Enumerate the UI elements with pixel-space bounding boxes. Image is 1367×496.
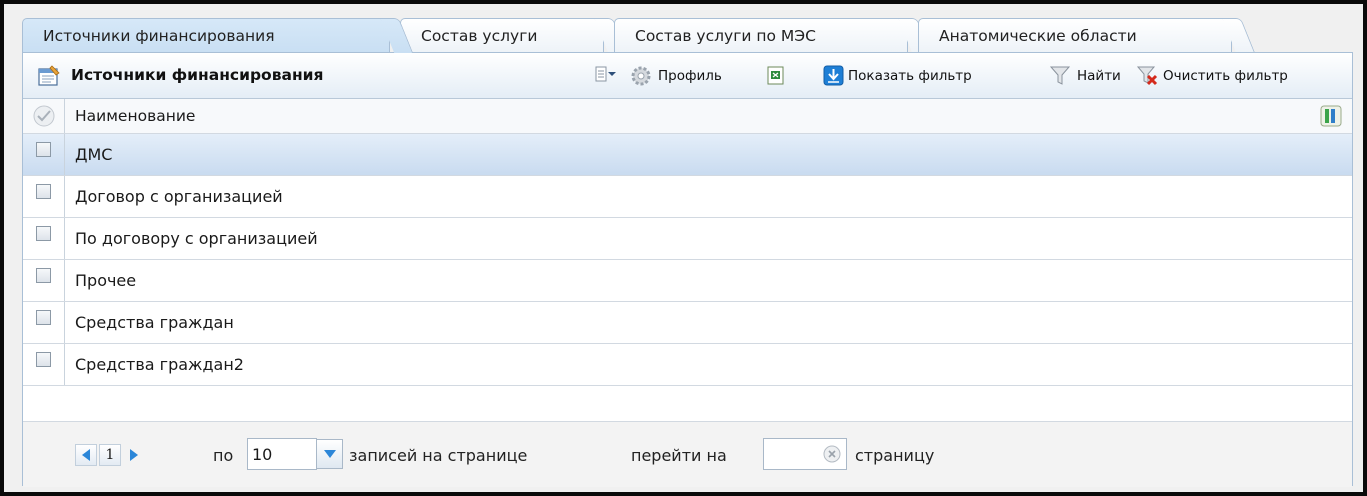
per-page-select[interactable]: 10 [247,438,317,470]
row-checkbox-cell [23,134,65,175]
row-checkbox-cell [23,176,65,217]
row-name: По договору с организацией [75,229,318,248]
table-row[interactable]: Средства граждан [23,302,1352,344]
chevron-down-icon [323,450,336,458]
panel-title: Источники финансирования [71,66,324,84]
tab-label: Состав услуги [421,26,538,45]
funnel-icon [1049,66,1071,85]
per-page-prefix: по [213,446,234,465]
row-checkbox-cell [23,218,65,259]
tab-bar: Источники финансирования Состав услуги С… [22,18,1242,52]
list-dropdown-icon [595,66,616,82]
per-page-dropdown-button[interactable] [317,439,343,469]
row-name: Средства граждан [75,313,234,332]
row-name: Средства граждан2 [75,355,244,374]
table-row[interactable]: Договор с организацией [23,176,1352,218]
show-filter-button[interactable]: Показать фильтр [823,65,972,87]
row-checkbox[interactable] [36,226,51,241]
pager: 1 по 10 записей на странице перейти на с… [23,421,1352,487]
panel-header: Источники финансирования Профиль Показат… [23,53,1352,99]
table-row[interactable]: ДМС [23,134,1352,176]
table-row[interactable]: По договору с организацией [23,218,1352,260]
arrow-right-icon [130,449,138,461]
select-all-check-icon[interactable] [33,105,55,127]
row-checkbox[interactable] [36,268,51,283]
clear-funnel-icon [1136,66,1158,86]
clear-filter-label: Очистить фильтр [1163,68,1288,84]
table-row[interactable]: Средства граждан2 [23,344,1352,386]
select-all-cell[interactable] [23,99,65,133]
row-name: Прочее [75,271,137,290]
prev-page-button[interactable] [75,444,97,466]
per-page-suffix: записей на странице [349,446,528,465]
goto-suffix: страницу [855,446,935,465]
tab-label: Источники финансирования [43,26,275,45]
tab-funding-sources[interactable]: Источники финансирования [22,18,390,52]
download-arrow-icon [823,65,844,86]
tab-label: Состав услуги по МЭС [635,26,816,45]
clear-input-icon[interactable] [823,445,841,463]
tab-anatomical-areas[interactable]: Анатомические области [918,18,1232,52]
funding-sources-panel: Источники финансирования Профиль Показат… [22,52,1353,487]
goto-prefix: перейти на [631,446,727,465]
excel-export-button[interactable] [765,65,790,87]
profile-label: Профиль [658,68,722,84]
row-checkbox[interactable] [36,352,51,367]
row-name: Договор с организацией [75,187,283,206]
arrow-left-icon [82,449,90,461]
tab-service-composition[interactable]: Состав услуги [400,18,604,52]
row-checkbox-cell [23,302,65,343]
row-checkbox-cell [23,260,65,301]
gear-icon [631,66,651,86]
row-name: ДМС [75,145,113,164]
list-menu-button[interactable] [595,65,620,83]
notebook-edit-icon [38,65,60,86]
find-label: Найти [1077,68,1121,84]
tab-service-composition-mes[interactable]: Состав услуги по МЭС [614,18,908,52]
per-page-value: 10 [252,444,273,464]
window-frame: Источники финансирования Состав услуги С… [0,0,1367,496]
current-page-button[interactable]: 1 [99,444,121,466]
row-checkbox-cell [23,344,65,385]
funding-sources-grid: Наименование ДМС Договор с организацией … [23,99,1352,386]
next-page-button[interactable] [123,444,145,466]
find-button[interactable]: Найти [1048,65,1121,87]
column-header-name[interactable]: Наименование [65,99,1352,133]
row-checkbox[interactable] [36,310,51,325]
excel-export-icon [767,66,784,85]
clear-filter-button[interactable]: Очистить фильтр [1136,65,1288,87]
row-checkbox[interactable] [36,142,51,157]
row-checkbox[interactable] [36,184,51,199]
current-page-number: 1 [105,447,115,463]
profile-button[interactable]: Профиль [629,65,722,87]
grid-header-row: Наименование [23,99,1352,134]
show-filter-label: Показать фильтр [848,68,972,84]
column-settings-icon[interactable] [1320,105,1342,127]
tab-label: Анатомические области [939,26,1137,45]
table-row[interactable]: Прочее [23,260,1352,302]
